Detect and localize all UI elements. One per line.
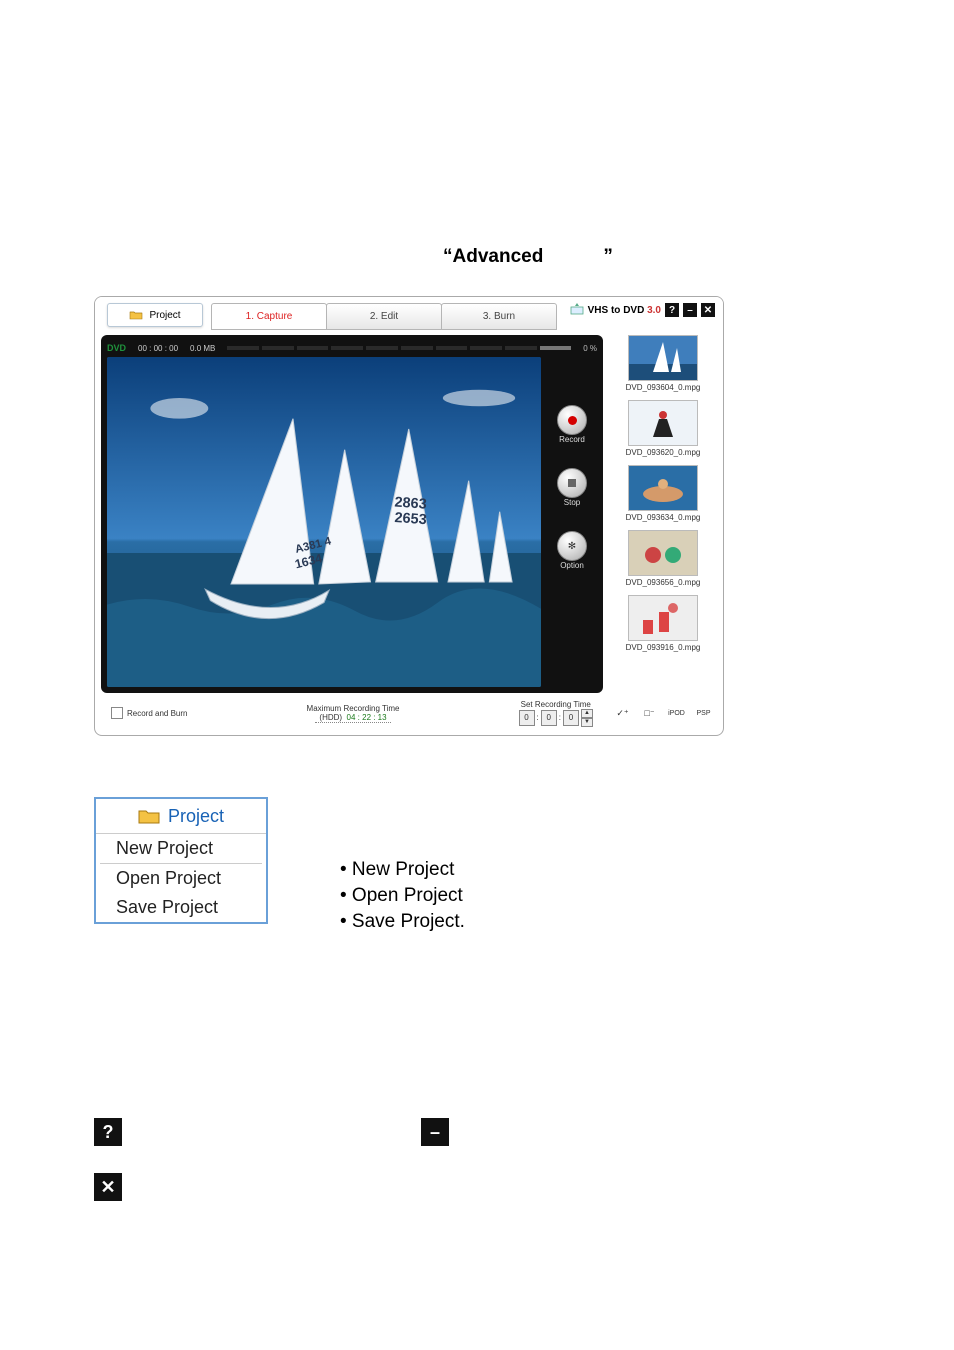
stage-status-bar: DVD 00 : 00 : 00 0.0 MB 0 %	[107, 341, 597, 355]
titlebar-help-button[interactable]: ?	[665, 303, 679, 317]
tab-burn-label: 3. Burn	[483, 311, 515, 322]
step-tabs: 1. Capture 2. Edit 3. Burn	[211, 303, 556, 328]
project-dropdown-header[interactable]: Project	[96, 799, 266, 834]
clip-item[interactable]: DVD_093634_0.mpg	[609, 465, 717, 522]
set-seconds-input[interactable]: 0	[563, 710, 579, 726]
stop-icon	[568, 479, 576, 487]
clip-item[interactable]: DVD_093656_0.mpg	[609, 530, 717, 587]
clip-item[interactable]: DVD_093620_0.mpg	[609, 400, 717, 457]
set-recording-label: Set Recording Time	[519, 700, 593, 709]
max-recording-time: Maximum Recording Time (HDD) 04 : 22 : 1…	[307, 704, 400, 723]
clip-list: DVD_093604_0.mpg DVD_093620_0.mpg DVD_09…	[609, 335, 717, 693]
app-title-version: 3.0	[647, 305, 661, 316]
deselect-icon[interactable]: □⁻	[641, 706, 659, 720]
quote-open: “	[443, 246, 453, 267]
clip-filename: DVD_093634_0.mpg	[609, 513, 717, 522]
project-dropdown-title: Project	[168, 806, 224, 827]
select-all-icon[interactable]: ✓⁺	[614, 706, 632, 720]
app-title: VHS to DVD 3.0	[588, 305, 661, 316]
clip-thumbnail	[628, 400, 698, 446]
app-logo-icon	[570, 303, 584, 317]
bottom-bar: Record and Burn Maximum Recording Time (…	[101, 697, 603, 729]
record-icon	[568, 416, 577, 425]
hdd-available-time: 04 : 22 : 13	[347, 713, 387, 722]
project-button-label: Project	[149, 310, 180, 321]
time-spinner[interactable]: ▲▼	[581, 709, 593, 727]
close-button-icon[interactable]: ✕	[94, 1173, 122, 1201]
svg-text:2653: 2653	[394, 510, 427, 528]
list-item: • Open Project	[340, 883, 465, 909]
record-label: Record	[559, 435, 585, 444]
tab-burn[interactable]: 3. Burn	[441, 303, 557, 330]
clip-item[interactable]: DVD_093916_0.mpg	[609, 595, 717, 652]
spinner-up-icon: ▲	[581, 709, 593, 718]
page-heading: “Advanced ”	[443, 246, 613, 268]
list-item: • New Project	[340, 857, 465, 883]
video-preview: 2863 2653 A381 4 1634	[107, 357, 541, 687]
spinner-down-icon: ▼	[581, 718, 593, 727]
record-and-burn-label: Record and Burn	[127, 709, 187, 718]
help-button-icon[interactable]: ?	[94, 1118, 122, 1146]
set-minutes-input[interactable]: 0	[541, 710, 557, 726]
bottom-right-toolbar: ✓⁺ □⁻ iPOD PSP	[609, 697, 717, 729]
max-recording-label: Maximum Recording Time	[307, 704, 400, 713]
hdd-prefix: (HDD)	[319, 713, 342, 722]
tab-edit-label: 2. Edit	[370, 311, 398, 322]
capture-stage: DVD 00 : 00 : 00 0.0 MB 0 %	[101, 335, 603, 693]
minimize-button-icon[interactable]: –	[421, 1118, 449, 1146]
project-folder-icon	[138, 808, 160, 824]
option-label: Option	[560, 561, 584, 570]
option-button[interactable]: ✻	[557, 531, 587, 561]
project-dropdown-figure: Project New Project Open Project Save Pr…	[94, 797, 268, 924]
stop-label: Stop	[564, 498, 580, 507]
gear-icon: ✻	[568, 541, 576, 552]
titlebar-close-button[interactable]: ✕	[701, 303, 715, 317]
project-folder-icon	[129, 310, 143, 320]
format-badge: DVD	[107, 343, 126, 353]
project-actions-list: • New Project • Open Project • Save Proj…	[340, 857, 465, 935]
menu-open-project[interactable]: Open Project	[96, 864, 266, 893]
captured-size: 0.0 MB	[190, 344, 215, 353]
set-recording-time: Set Recording Time 0: 0: 0 ▲▼	[519, 700, 593, 727]
capture-controls: Record Stop ✻ Option	[547, 405, 597, 584]
clip-item[interactable]: DVD_093604_0.mpg	[609, 335, 717, 392]
project-button[interactable]: Project	[107, 303, 203, 327]
title-area: VHS to DVD 3.0 ? – ✕	[570, 300, 715, 320]
record-and-burn-checkbox[interactable]	[111, 707, 123, 719]
quote-close: ”	[603, 246, 613, 267]
clip-thumbnail	[628, 595, 698, 641]
export-psp-button[interactable]: PSP	[695, 706, 713, 720]
clip-thumbnail	[628, 335, 698, 381]
clip-thumbnail	[628, 465, 698, 511]
clip-filename: DVD_093916_0.mpg	[609, 643, 717, 652]
clip-thumbnail	[628, 530, 698, 576]
clip-filename: DVD_093620_0.mpg	[609, 448, 717, 457]
progress-percent: 0 %	[583, 344, 597, 353]
progress-bar	[227, 346, 571, 350]
tab-capture-label: 1. Capture	[246, 311, 293, 322]
clip-filename: DVD_093604_0.mpg	[609, 383, 717, 392]
set-hours-input[interactable]: 0	[519, 710, 535, 726]
tab-capture[interactable]: 1. Capture	[211, 303, 327, 330]
stop-button[interactable]	[557, 468, 587, 498]
tab-edit[interactable]: 2. Edit	[326, 303, 442, 330]
menu-new-project[interactable]: New Project	[96, 834, 266, 863]
top-bar: Project 1. Capture 2. Edit 3. Burn VHS t…	[95, 297, 723, 335]
titlebar-minimize-button[interactable]: –	[683, 303, 697, 317]
menu-save-project[interactable]: Save Project	[96, 893, 266, 922]
elapsed-time: 00 : 00 : 00	[138, 344, 178, 353]
app-window: Project 1. Capture 2. Edit 3. Burn VHS t…	[94, 296, 724, 736]
list-item: • Save Project.	[340, 909, 465, 935]
heading-word: Advanced	[453, 246, 544, 267]
export-ipod-button[interactable]: iPOD	[668, 706, 686, 720]
clip-filename: DVD_093656_0.mpg	[609, 578, 717, 587]
app-title-brand: VHS to DVD	[588, 305, 647, 316]
record-button[interactable]	[557, 405, 587, 435]
